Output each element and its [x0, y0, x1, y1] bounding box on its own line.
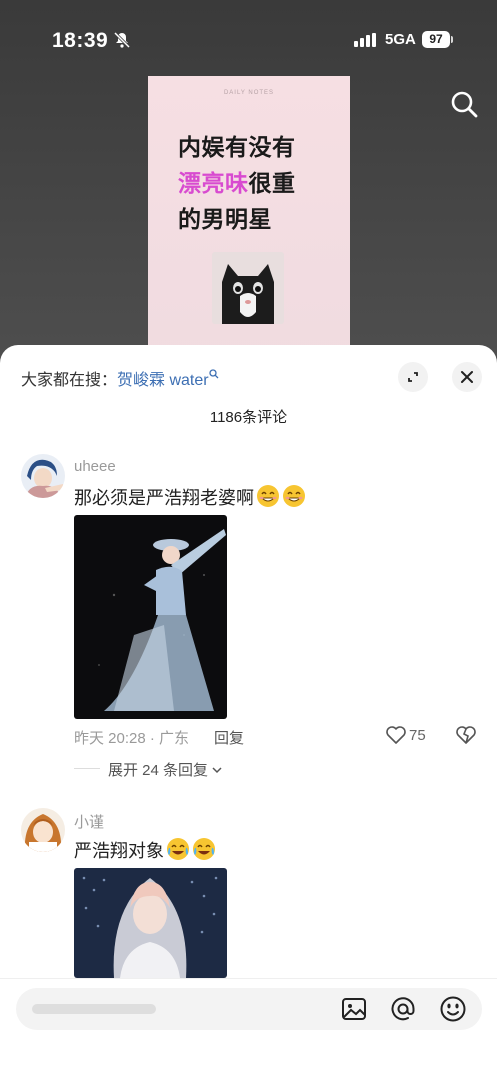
comments-sheet: 大家都在搜：贺峻霖 water 1186条评论 uheee 那必须是严浩翔老婆啊… [0, 345, 497, 1080]
chevron-down-icon [208, 762, 223, 779]
search-icon[interactable] [450, 90, 478, 123]
divider [74, 768, 100, 769]
card-title-line-1: 内娱有没有 [178, 134, 296, 160]
comment-image[interactable] [74, 868, 227, 978]
comment-composer [0, 978, 497, 1081]
comment-username[interactable]: 小谨 [74, 811, 104, 832]
at-icon[interactable] [389, 995, 417, 1028]
battery-level: 97 [422, 31, 450, 48]
expand-replies-text: 展开 24 条回复 [108, 762, 209, 779]
card-title-line-2: 漂亮味很重 [178, 164, 296, 198]
heart-icon[interactable] [385, 725, 407, 750]
status-time: 18:39 [52, 29, 109, 52]
comment-text-content: 那必须是严浩翔老婆啊 [74, 488, 254, 508]
expand-icon [408, 372, 418, 382]
post-image-card[interactable]: DAILY NOTES 内娱有没有 漂亮味很重 的男明星 [148, 76, 350, 376]
search-icon [208, 369, 219, 389]
avatar[interactable] [21, 808, 65, 852]
trending-term[interactable]: 贺峻霖 water [117, 372, 209, 389]
avatar[interactable] [21, 454, 65, 498]
laugh-cry-emoji-icon [166, 837, 190, 866]
comment-count: 1186条评论 [209, 409, 288, 426]
expand-replies-link[interactable]: 展开 24 条回复 [108, 759, 223, 780]
comment-text: 那必须是严浩翔老婆啊 [74, 484, 306, 513]
comment-text: 严浩翔对象 [74, 837, 216, 866]
card-highlight-text: 漂亮味 [178, 170, 249, 196]
grin-emoji-icon [282, 484, 306, 513]
trending-search[interactable]: 大家都在搜：贺峻霖 water [21, 366, 219, 390]
bell-slash-icon [113, 31, 131, 53]
card-subtitle: DAILY NOTES [223, 90, 275, 96]
battery-cap [451, 36, 453, 43]
cat-photo [212, 252, 284, 324]
trending-prefix: 大家都在搜： [21, 372, 118, 389]
comment-username[interactable]: uheee [74, 458, 116, 475]
close-button[interactable] [452, 362, 482, 392]
grin-emoji-icon [256, 484, 280, 513]
close-icon [461, 371, 473, 383]
status-bar: 18:39 5GA 97 [0, 0, 497, 80]
laugh-cry-emoji-icon [192, 837, 216, 866]
emoji-icon[interactable] [439, 995, 467, 1028]
broken-heart-icon[interactable] [455, 725, 477, 750]
image-icon[interactable] [341, 996, 367, 1027]
card-title-line-3: 的男明星 [178, 206, 272, 232]
expand-button[interactable] [398, 362, 428, 392]
network-type: 5GA [385, 31, 416, 48]
like-count: 75 [409, 727, 426, 744]
reply-button[interactable]: 回复 [214, 727, 244, 748]
comment-meta: 昨天 20:28 · 广东 [74, 730, 190, 747]
card-title-line-2-rest: 很重 [248, 170, 296, 196]
signal-icon [354, 33, 378, 52]
comment-image[interactable] [74, 515, 227, 719]
comment-text-content: 严浩翔对象 [74, 841, 164, 861]
placeholder-blur [32, 1004, 156, 1014]
